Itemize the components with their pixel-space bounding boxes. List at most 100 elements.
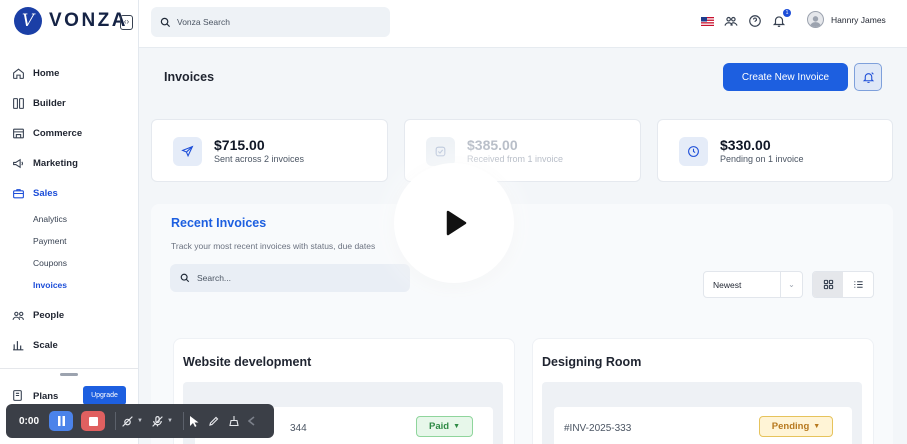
play-video-button[interactable]	[394, 163, 514, 283]
clock-icon	[679, 137, 708, 166]
drag-handle[interactable]	[60, 373, 78, 376]
store-icon	[11, 126, 25, 140]
sidebar-item-people[interactable]: People	[0, 300, 139, 330]
sort-value: Newest	[713, 279, 742, 290]
plans-label: Plans	[33, 390, 59, 402]
sidebar-item-label: Scale	[33, 339, 58, 351]
invoice-card-title: Website development	[183, 355, 312, 369]
stat-value: $715.00	[214, 137, 265, 153]
chevron-down-icon: ▼	[166, 418, 173, 424]
view-toggle	[812, 271, 874, 298]
avatar	[807, 11, 824, 28]
sidebar-item-commerce[interactable]: Commerce	[0, 118, 139, 148]
stat-label: Received from 1 invoice	[467, 154, 564, 164]
stat-label: Pending on 1 invoice	[720, 154, 804, 164]
invoice-card[interactable]: Designing Room #INV-2025-333 Pending ▼	[532, 338, 874, 444]
collapse-toolbar-button[interactable]	[247, 411, 255, 431]
camera-off-icon	[122, 415, 133, 427]
check-icon	[426, 137, 455, 166]
help-icon[interactable]	[747, 13, 763, 29]
user-menu[interactable]: Hannry James	[807, 11, 886, 28]
sidebar-item-label: Builder	[33, 97, 66, 109]
search-input[interactable]	[177, 17, 377, 27]
briefcase-icon	[11, 186, 25, 200]
bell-icon	[862, 71, 874, 83]
home-icon	[11, 66, 25, 80]
chevron-left-icon	[247, 416, 255, 426]
sidebar-item-home[interactable]: Home	[0, 58, 139, 88]
mic-off-icon	[152, 415, 163, 427]
stop-icon	[88, 416, 98, 426]
status-dropdown[interactable]: Pending ▼	[759, 416, 833, 437]
sidebar-nav: Home Builder Commerce Marketing Sales An…	[0, 58, 139, 360]
top-bar: 1 Hannry James	[139, 0, 907, 48]
chevron-down-icon: ▼	[813, 423, 821, 430]
broom-icon	[229, 416, 239, 427]
pen-icon	[209, 416, 219, 426]
sidebar-item-sales[interactable]: Sales	[0, 178, 139, 208]
reminder-bell-button[interactable]	[854, 63, 882, 91]
pen-tool[interactable]	[208, 411, 220, 431]
top-icons: 1	[699, 9, 795, 29]
sidebar-item-scale[interactable]: Scale	[0, 330, 139, 360]
grid-view-button[interactable]	[813, 272, 843, 297]
chart-icon	[11, 338, 25, 352]
brand-name: VONZA	[49, 10, 128, 31]
clear-tool[interactable]	[228, 411, 240, 431]
global-search[interactable]	[151, 7, 390, 37]
user-name: Hannry James	[831, 14, 886, 25]
invoice-search-input[interactable]	[197, 273, 397, 283]
status-dropdown[interactable]: Paid ▼	[416, 416, 473, 437]
sidebar-subitem-invoices[interactable]: Invoices	[0, 274, 139, 296]
mic-off-button[interactable]: ▼	[151, 411, 173, 431]
people-icon	[11, 308, 25, 322]
chevron-down-icon: ⌄	[780, 272, 802, 297]
stat-label: Sent across 2 invoices	[214, 154, 305, 164]
cursor-tool[interactable]	[189, 411, 200, 431]
recent-invoices-subtitle: Track your most recent invoices with sta…	[171, 241, 376, 251]
builder-icon	[11, 96, 25, 110]
recent-invoices-title: Recent Invoices	[171, 216, 267, 230]
status-label: Paid	[429, 421, 450, 432]
sidebar-divider	[0, 368, 138, 369]
cursor-icon	[189, 415, 199, 427]
notification-badge: 1	[783, 9, 791, 17]
sidebar-item-label: Home	[33, 67, 60, 79]
invoice-card-body: #INV-2025-333 Pending ▼	[542, 382, 862, 444]
sort-dropdown[interactable]: Newest ⌄	[703, 271, 803, 298]
bell-icon[interactable]: 1	[771, 9, 791, 29]
users-icon[interactable]	[723, 13, 739, 29]
invoice-search[interactable]	[170, 264, 410, 292]
pause-icon	[57, 416, 65, 426]
plans-icon	[11, 389, 25, 403]
sidebar-item-marketing[interactable]: Marketing	[0, 148, 139, 178]
send-icon	[173, 137, 202, 166]
upgrade-button[interactable]: Upgrade	[83, 386, 126, 405]
toolbar-divider	[115, 412, 117, 430]
sidebar-subitem-payment[interactable]: Payment	[0, 230, 139, 252]
stat-card-pending: $330.00 Pending on 1 invoice	[657, 119, 893, 182]
sidebar-item-label: Sales	[33, 187, 58, 199]
sidebar-subitem-coupons[interactable]: Coupons	[0, 252, 139, 274]
sidebar-item-label: People	[33, 309, 65, 321]
list-icon	[853, 281, 863, 288]
status-label: Pending	[771, 421, 810, 432]
create-invoice-button[interactable]: Create New Invoice	[723, 63, 848, 91]
invoice-row[interactable]: #INV-2025-333 Pending ▼	[554, 407, 852, 444]
play-icon	[446, 210, 467, 236]
brand-logo[interactable]: V VONZA	[14, 7, 128, 35]
invoice-number: #INV-2025-333	[564, 423, 632, 434]
recorder-toolbar: 0:00 ▼ ▼	[6, 404, 274, 438]
list-view-button[interactable]	[843, 272, 873, 297]
collapse-sidebar-icon[interactable]: ‹›	[120, 15, 133, 30]
sidebar-item-builder[interactable]: Builder	[0, 88, 139, 118]
chevron-down-icon: ▼	[137, 418, 143, 424]
camera-off-button[interactable]: ▼	[121, 411, 143, 431]
pause-button[interactable]	[49, 411, 74, 431]
stop-button[interactable]	[81, 411, 106, 431]
megaphone-icon	[11, 156, 25, 170]
search-icon	[160, 17, 171, 28]
flag-us-icon[interactable]	[699, 13, 715, 29]
sidebar-item-plans[interactable]: Plans	[11, 389, 58, 403]
sidebar-subitem-analytics[interactable]: Analytics	[0, 208, 139, 230]
